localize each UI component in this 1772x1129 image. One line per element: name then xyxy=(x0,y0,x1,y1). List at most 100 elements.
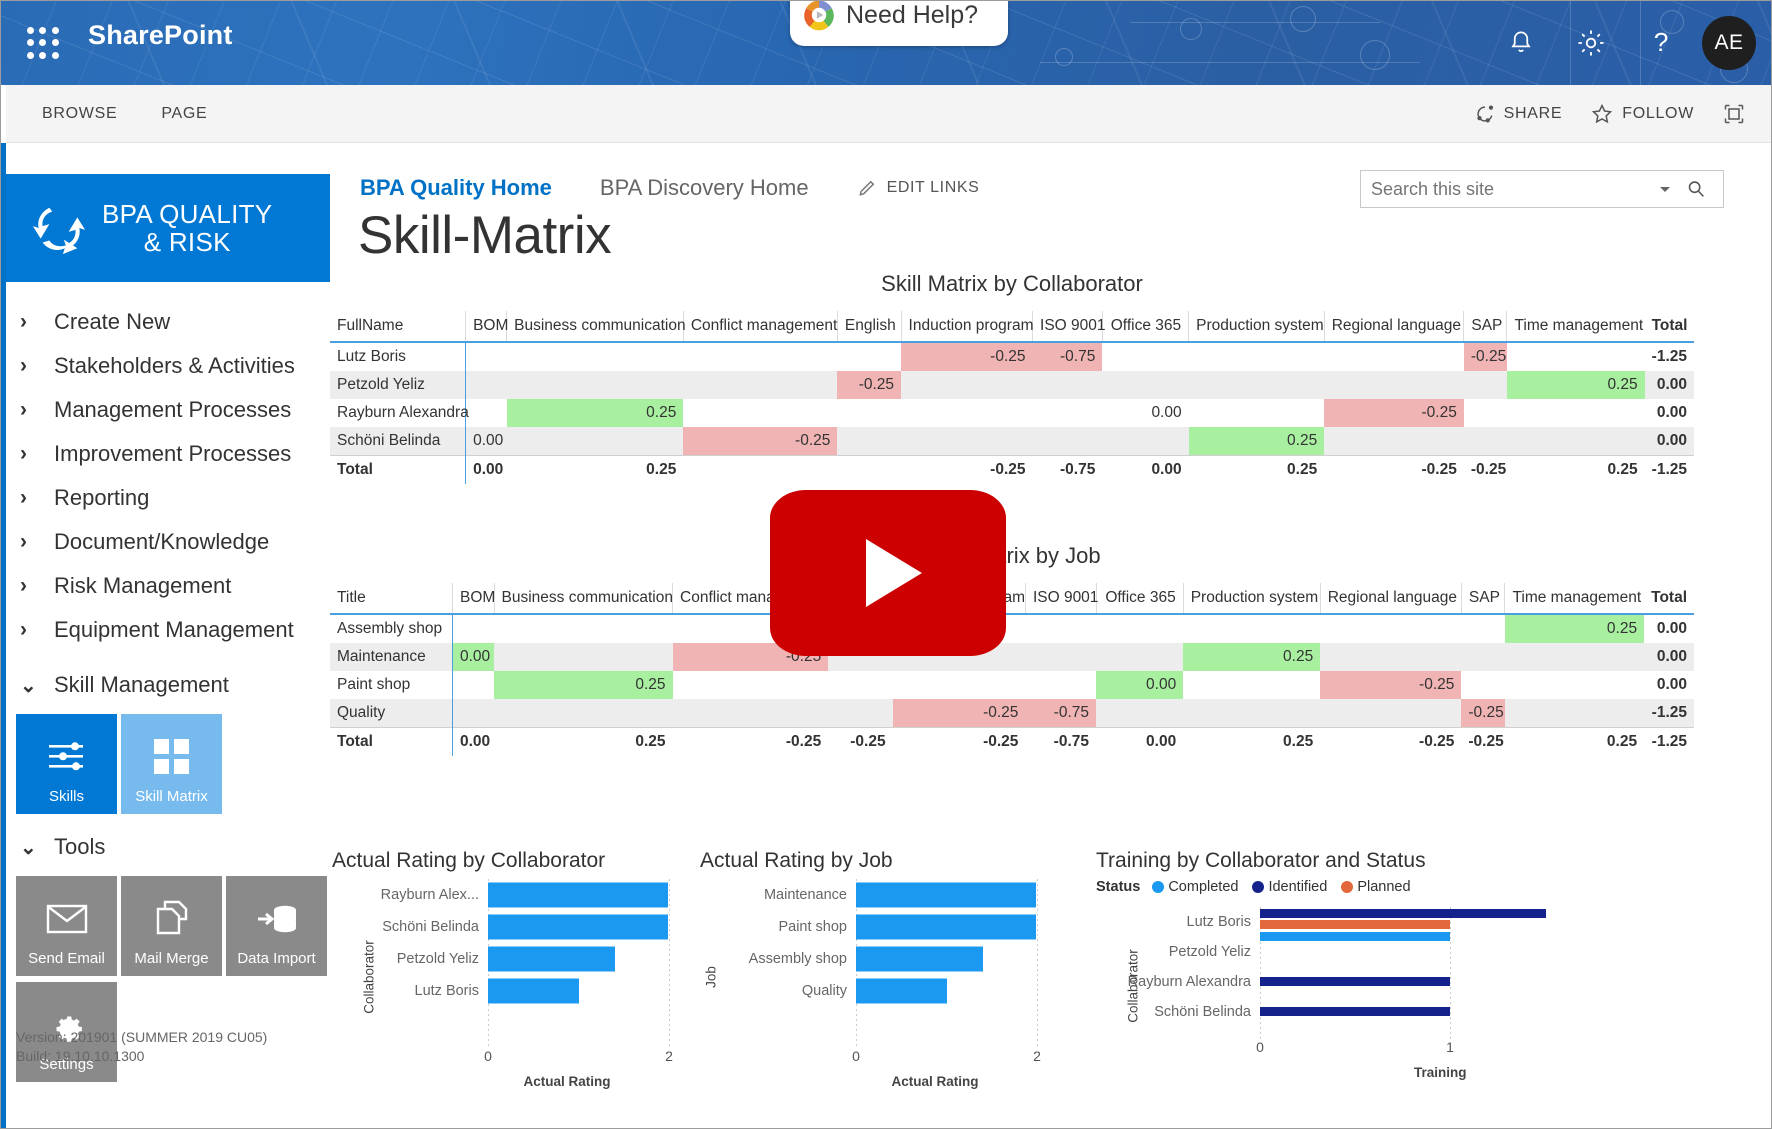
tile-mail-merge[interactable]: Mail Merge xyxy=(121,876,222,976)
search-input[interactable] xyxy=(1371,179,1651,200)
col-iso-9001[interactable]: ISO 9001 xyxy=(1025,583,1096,614)
search-icon[interactable] xyxy=(1679,178,1713,200)
sidebar-item-equipment-management[interactable]: › Equipment Management xyxy=(6,608,330,652)
cell xyxy=(901,371,1032,399)
top-link-bpa-quality-home[interactable]: BPA Quality Home xyxy=(360,175,552,201)
col-regional-language[interactable]: Regional language xyxy=(1320,583,1461,614)
ribbon-tab-page[interactable]: PAGE xyxy=(139,105,229,123)
col-bom[interactable]: BOM xyxy=(452,583,494,614)
bar-row[interactable]: Rayburn Alexandra xyxy=(1114,967,1546,997)
col-office-365[interactable]: Office 365 xyxy=(1096,583,1183,614)
legend-item-planned[interactable]: Planned xyxy=(1341,879,1410,895)
col-time-management[interactable]: Time management xyxy=(1507,311,1645,342)
legend-item-identified[interactable]: Identified xyxy=(1252,879,1327,895)
total-cell: 0.00 xyxy=(1096,728,1183,757)
bar-segment-identified[interactable] xyxy=(1260,977,1450,986)
sharepoint-brand-link[interactable]: SharePoint xyxy=(88,20,233,51)
col-business-communication[interactable]: Business communication xyxy=(507,311,684,342)
bar-category-label: Petzold Yeliz xyxy=(368,951,488,967)
tile-skills[interactable]: Skills xyxy=(16,714,117,814)
bar-row[interactable]: Petzold Yeliz xyxy=(1114,937,1546,967)
table-row[interactable]: Schöni Belinda 0.00 -0.25 0.25 0.00 xyxy=(330,427,1694,456)
col-time-management[interactable]: Time management xyxy=(1505,583,1644,614)
follow-button[interactable]: FOLLOW xyxy=(1578,102,1706,126)
chevron-down-icon[interactable] xyxy=(1651,181,1679,197)
sidebar-item-management-processes[interactable]: › Management Processes xyxy=(6,388,330,432)
table-row[interactable]: Quality -0.25 -0.75 -0.25 -1.25 xyxy=(330,699,1694,728)
chart-actual-rating-by-job: Actual Rating by Job Job Maintenance Pai… xyxy=(700,849,1100,1089)
tile-data-import[interactable]: Data Import xyxy=(226,876,327,976)
bar-row[interactable]: Assembly shop xyxy=(736,943,1100,975)
need-help-button[interactable]: Need Help? xyxy=(790,0,1008,46)
sidebar-group-skill-management[interactable]: ⌄ Skill Management xyxy=(6,662,330,708)
col-office-365[interactable]: Office 365 xyxy=(1102,311,1188,342)
table-row[interactable]: Rayburn Alexandra 0.25 0.00 -0.25 0.00 xyxy=(330,399,1694,427)
sidebar-item-improvement-processes[interactable]: › Improvement Processes xyxy=(6,432,330,476)
col-sap[interactable]: SAP xyxy=(1461,583,1505,614)
col-iso-9001[interactable]: ISO 9001 xyxy=(1033,311,1103,342)
sidebar-item-document-knowledge[interactable]: › Document/Knowledge xyxy=(6,520,330,564)
bar-segment-completed[interactable] xyxy=(1260,932,1450,941)
cell xyxy=(673,671,829,699)
bar-segment-identified[interactable] xyxy=(1260,909,1546,918)
bar-row[interactable]: Petzold Yeliz xyxy=(368,943,732,975)
bar-row[interactable]: Schöni Belinda xyxy=(1114,997,1546,1027)
table-row[interactable]: Maintenance 0.00 -0.25 0.25 0.00 xyxy=(330,643,1694,671)
bar[interactable] xyxy=(488,883,668,908)
col-title[interactable]: Title xyxy=(330,583,452,614)
sidebar-item-stakeholders-activities[interactable]: › Stakeholders & Activities xyxy=(6,344,330,388)
sidebar-item-reporting[interactable]: › Reporting xyxy=(6,476,330,520)
table-row[interactable]: Paint shop 0.25 0.00 -0.25 0.00 xyxy=(330,671,1694,699)
cell xyxy=(1507,342,1645,371)
youtube-play-button[interactable] xyxy=(770,490,1006,656)
col-induction-program[interactable]: Induction program xyxy=(901,311,1032,342)
sidebar-item-create-new[interactable]: › Create New xyxy=(6,300,330,344)
col-business-communication[interactable]: Business communication xyxy=(494,583,673,614)
bar-row[interactable]: Paint shop xyxy=(736,911,1100,943)
app-launcher-waffle-icon[interactable] xyxy=(24,24,62,62)
site-logo[interactable]: BPA QUALITY & RISK xyxy=(6,174,330,282)
table-row[interactable]: Petzold Yeliz -0.25 0.25 0.00 xyxy=(330,371,1694,399)
tile-send-email[interactable]: Send Email xyxy=(16,876,117,976)
col-regional-language[interactable]: Regional language xyxy=(1324,311,1464,342)
sidebar-group-tools[interactable]: ⌄ Tools xyxy=(6,824,330,870)
col-sap[interactable]: SAP xyxy=(1464,311,1507,342)
col-english[interactable]: English xyxy=(837,311,901,342)
bar[interactable] xyxy=(856,883,1036,908)
col-production-system[interactable]: Production system xyxy=(1189,311,1325,342)
bar[interactable] xyxy=(488,915,668,940)
bell-icon[interactable] xyxy=(1486,0,1556,85)
bar[interactable] xyxy=(488,947,615,972)
col-fullname[interactable]: FullName xyxy=(330,311,466,342)
legend-item-completed[interactable]: Completed xyxy=(1152,879,1238,895)
tile-skill-matrix[interactable]: Skill Matrix xyxy=(121,714,222,814)
bar-row[interactable]: Rayburn Alex... xyxy=(368,879,732,911)
edit-links-button[interactable]: EDIT LINKS xyxy=(857,178,980,198)
bar-row[interactable]: Quality xyxy=(736,975,1100,1007)
question-mark-icon[interactable]: ? xyxy=(1626,0,1696,85)
col-conflict-management[interactable]: Conflict management xyxy=(683,311,837,342)
col-total[interactable]: Total xyxy=(1645,311,1694,342)
bar-row[interactable]: Schöni Belinda xyxy=(368,911,732,943)
bar[interactable] xyxy=(856,947,983,972)
table-row[interactable]: Assembly shop -0.25 0.25 0.00 xyxy=(330,614,1694,643)
search-box[interactable] xyxy=(1360,170,1724,208)
avatar[interactable]: AE xyxy=(1702,16,1756,70)
top-link-bpa-discovery-home[interactable]: BPA Discovery Home xyxy=(600,175,809,201)
sidebar-item-risk-management[interactable]: › Risk Management xyxy=(6,564,330,608)
bar-row[interactable]: Lutz Boris xyxy=(368,975,732,1007)
bar-segment-identified[interactable] xyxy=(1260,1007,1450,1016)
gear-icon[interactable] xyxy=(1556,0,1626,85)
bar-segment-planned[interactable] xyxy=(1260,920,1450,929)
bar-row[interactable]: Maintenance xyxy=(736,879,1100,911)
col-production-system[interactable]: Production system xyxy=(1183,583,1320,614)
ribbon-tab-browse[interactable]: BROWSE xyxy=(20,105,139,123)
focus-on-content-icon[interactable] xyxy=(1710,102,1758,126)
bar[interactable] xyxy=(488,979,579,1004)
share-button[interactable]: SHARE xyxy=(1462,103,1575,125)
bar[interactable] xyxy=(856,915,1036,940)
col-bom[interactable]: BOM xyxy=(466,311,507,342)
table-row[interactable]: Lutz Boris -0.25 -0.75 -0.25 -1.25 xyxy=(330,342,1694,371)
col-total[interactable]: Total xyxy=(1644,583,1694,614)
bar[interactable] xyxy=(856,979,947,1004)
